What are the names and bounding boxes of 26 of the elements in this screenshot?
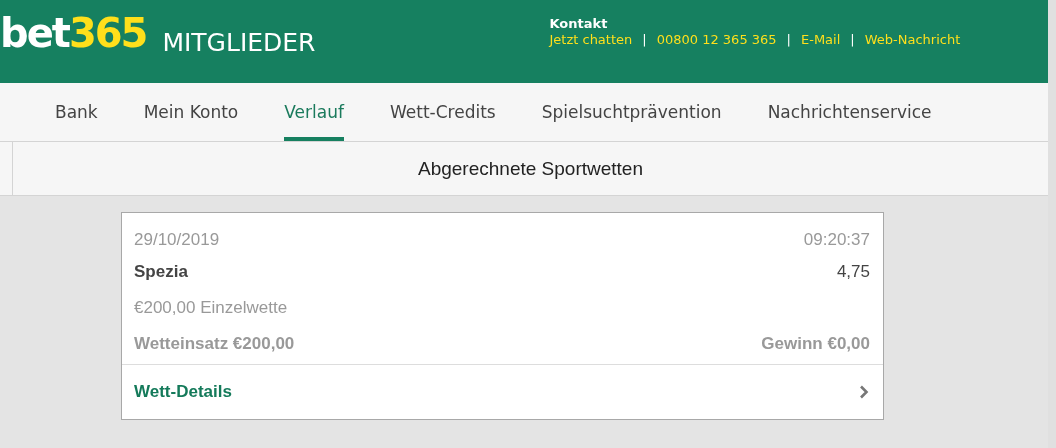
contact-link[interactable]: 00800 12 365 365 — [656, 31, 777, 48]
bet-date: 29/10/2019 — [134, 229, 220, 250]
scrollbar[interactable] — [1048, 0, 1056, 448]
separator: | — [786, 31, 791, 48]
nav-tab[interactable]: Nachrichtenservice — [767, 83, 932, 141]
contact-title: Kontakt — [549, 16, 609, 31]
bet-time: 09:20:37 — [803, 229, 870, 250]
chevron-right-icon — [859, 385, 869, 399]
contact-link[interactable]: E-Mail — [801, 31, 841, 48]
bet-odds: 4,75 — [836, 261, 870, 282]
contact-link[interactable]: Jetzt chatten — [549, 31, 633, 48]
bet-stake: Wetteinsatz €200,00 — [134, 333, 295, 354]
nav-tab[interactable]: Wett-Credits — [389, 83, 496, 141]
nav-tab[interactable]: Bank — [55, 83, 98, 141]
subheader-title: Abgerechnete Sportwetten — [418, 157, 643, 180]
bet-details-link[interactable]: Wett-Details — [122, 364, 883, 419]
separator: | — [642, 31, 647, 48]
nav-tab[interactable]: Mein Konto — [143, 83, 239, 141]
section-title: MITGLIEDER — [162, 28, 316, 58]
bet-selection: Spezia — [134, 261, 188, 282]
contact-link[interactable]: Web-Nachricht — [864, 31, 961, 48]
bet-type: €200,00 Einzelwette — [134, 297, 288, 318]
bet-return: Gewinn €0,00 — [761, 333, 870, 354]
logo[interactable]: bet365 — [0, 10, 147, 56]
nav-tab[interactable]: Spielsuchtprävention — [541, 83, 722, 141]
separator: | — [850, 31, 855, 48]
